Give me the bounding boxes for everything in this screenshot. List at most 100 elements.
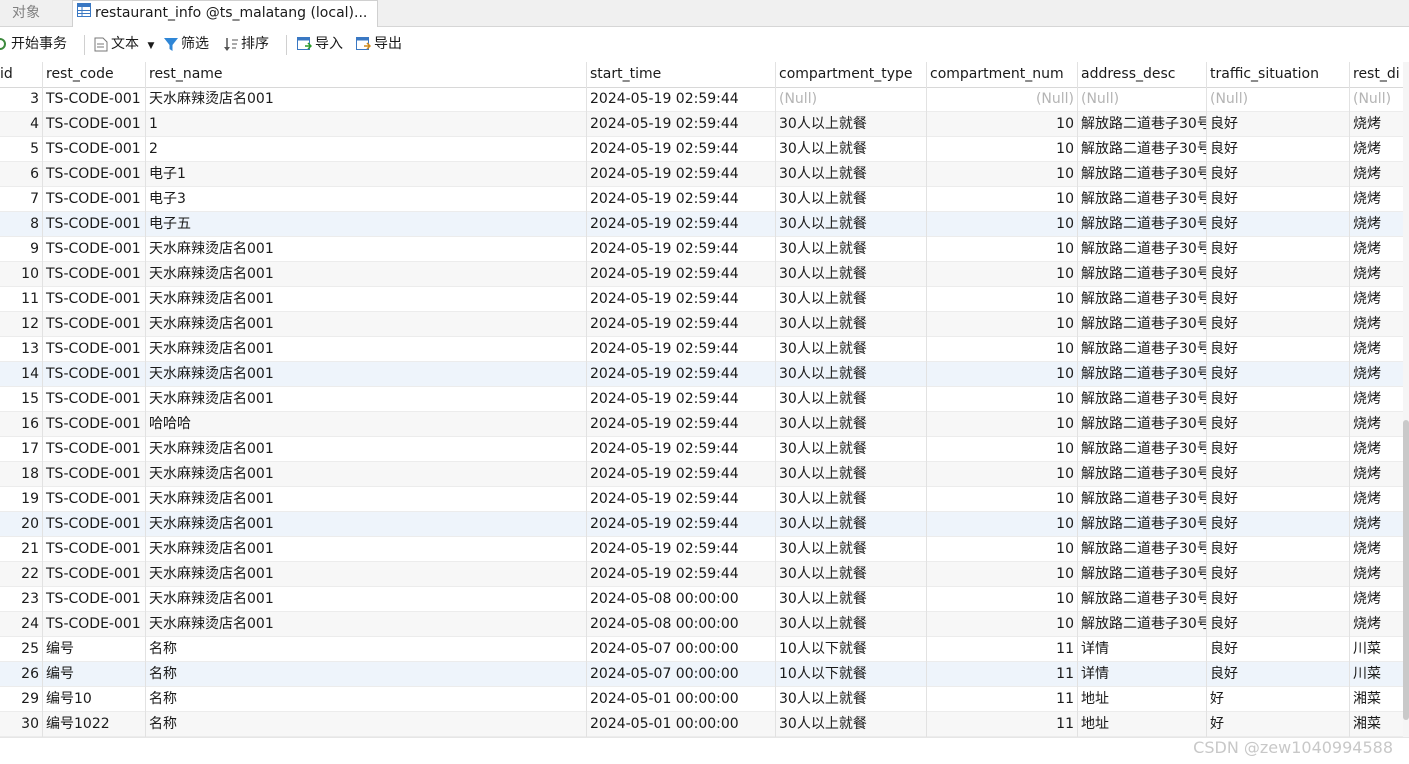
cell-rest-name[interactable]: 名称 [146,662,587,687]
cell-compartment-num[interactable]: 10 [927,312,1078,337]
cell-traffic-situation[interactable]: 良好 [1207,137,1350,162]
cell-compartment-type[interactable]: 30人以上就餐 [776,487,927,512]
import-button[interactable]: 导入 [297,27,343,61]
cell-id[interactable]: 13 [0,337,43,362]
cell-rest-name[interactable]: 天水麻辣烫店名001 [146,512,587,537]
cell-rest-di[interactable]: 川菜 [1350,637,1409,662]
cell-address-desc[interactable]: 解放路二道巷子30号 [1078,162,1207,187]
cell-rest-code[interactable]: TS-CODE-001 [43,87,146,112]
cell-rest-name[interactable]: 天水麻辣烫店名001 [146,362,587,387]
cell-rest-code[interactable]: TS-CODE-001 [43,187,146,212]
table-row[interactable]: 24 TS-CODE-001 天水麻辣烫店名001 2024-05-08 00:00:… [0,612,1409,637]
column-header-traffic-situation[interactable]: traffic_situation [1207,62,1350,87]
column-header-compartment-num[interactable]: compartment_num [927,62,1078,87]
cell-traffic-situation[interactable]: 良好 [1207,537,1350,562]
cell-start-time[interactable]: 2024-05-19 02:59:44 [587,537,776,562]
cell-rest-code[interactable]: 编号 [43,662,146,687]
cell-traffic-situation[interactable]: 良好 [1207,287,1350,312]
cell-rest-code[interactable]: TS-CODE-001 [43,562,146,587]
cell-id[interactable]: 11 [0,287,43,312]
cell-id[interactable]: 4 [0,112,43,137]
table-row[interactable]: 12 TS-CODE-001 天水麻辣烫店名001 2024-05-19 02:59:… [0,312,1409,337]
cell-rest-name[interactable]: 哈哈哈 [146,412,587,437]
cell-compartment-type[interactable]: 30人以上就餐 [776,537,927,562]
cell-address-desc[interactable]: 解放路二道巷子30号 [1078,137,1207,162]
cell-rest-code[interactable]: TS-CODE-001 [43,262,146,287]
cell-rest-code[interactable]: TS-CODE-001 [43,412,146,437]
cell-start-time[interactable]: 2024-05-07 00:00:00 [587,637,776,662]
cell-compartment-num[interactable]: 10 [927,462,1078,487]
cell-rest-di[interactable]: 烧烤 [1350,137,1409,162]
cell-rest-di[interactable]: 烧烤 [1350,187,1409,212]
cell-compartment-num[interactable]: 10 [927,162,1078,187]
cell-rest-name[interactable]: 名称 [146,637,587,662]
text-button[interactable]: 文本 ▼ [94,27,154,61]
cell-rest-name[interactable]: 天水麻辣烫店名001 [146,587,587,612]
cell-traffic-situation[interactable]: 好 [1207,687,1350,712]
cell-rest-di[interactable]: 烧烤 [1350,287,1409,312]
cell-id[interactable]: 8 [0,212,43,237]
cell-address-desc[interactable]: 解放路二道巷子30号 [1078,437,1207,462]
cell-start-time[interactable]: 2024-05-19 02:59:44 [587,412,776,437]
cell-traffic-situation[interactable]: 良好 [1207,487,1350,512]
filter-button[interactable]: 筛选 [164,27,209,61]
cell-rest-code[interactable]: TS-CODE-001 [43,387,146,412]
cell-rest-name[interactable]: 天水麻辣烫店名001 [146,537,587,562]
cell-rest-code[interactable]: TS-CODE-001 [43,462,146,487]
cell-rest-di[interactable]: 烧烤 [1350,537,1409,562]
cell-compartment-type[interactable]: 30人以上就餐 [776,237,927,262]
cell-compartment-num[interactable]: 10 [927,587,1078,612]
cell-rest-di[interactable]: 烧烤 [1350,237,1409,262]
cell-compartment-type[interactable]: (Null) [776,87,927,112]
cell-compartment-num[interactable]: 10 [927,487,1078,512]
cell-traffic-situation[interactable]: 良好 [1207,187,1350,212]
cell-compartment-type[interactable]: 30人以上就餐 [776,387,927,412]
cell-rest-di[interactable]: 烧烤 [1350,387,1409,412]
export-button[interactable]: 导出 [356,27,402,61]
table-row[interactable]: 3 TS-CODE-001 天水麻辣烫店名001 2024-05-19 02:59:4… [0,87,1409,112]
cell-start-time[interactable]: 2024-05-19 02:59:44 [587,462,776,487]
cell-compartment-num[interactable]: 10 [927,187,1078,212]
cell-compartment-type[interactable]: 30人以上就餐 [776,612,927,637]
cell-address-desc[interactable]: 解放路二道巷子30号 [1078,587,1207,612]
cell-id[interactable]: 29 [0,687,43,712]
cell-id[interactable]: 22 [0,562,43,587]
column-header-start-time[interactable]: start_time [587,62,776,87]
cell-rest-name[interactable]: 天水麻辣烫店名001 [146,312,587,337]
table-row[interactable]: 13 TS-CODE-001 天水麻辣烫店名001 2024-05-19 02:59:… [0,337,1409,362]
cell-compartment-type[interactable]: 30人以上就餐 [776,112,927,137]
cell-rest-name[interactable]: 天水麻辣烫店名001 [146,237,587,262]
cell-compartment-num[interactable]: 10 [927,412,1078,437]
cell-rest-name[interactable]: 天水麻辣烫店名001 [146,462,587,487]
cell-compartment-type[interactable]: 30人以上就餐 [776,687,927,712]
cell-compartment-type[interactable]: 30人以上就餐 [776,187,927,212]
table-row[interactable]: 20 TS-CODE-001 天水麻辣烫店名001 2024-05-19 02:59:… [0,512,1409,537]
cell-start-time[interactable]: 2024-05-19 02:59:44 [587,312,776,337]
cell-start-time[interactable]: 2024-05-08 00:00:00 [587,612,776,637]
table-row[interactable]: 17 TS-CODE-001 天水麻辣烫店名001 2024-05-19 02:59:… [0,437,1409,462]
column-header-address-desc[interactable]: address_desc [1078,62,1207,87]
column-header-rest-di[interactable]: rest_di [1350,62,1409,87]
cell-compartment-num[interactable]: 11 [927,637,1078,662]
cell-address-desc[interactable]: 解放路二道巷子30号 [1078,412,1207,437]
cell-compartment-type[interactable]: 10人以下就餐 [776,637,927,662]
cell-start-time[interactable]: 2024-05-19 02:59:44 [587,187,776,212]
cell-rest-di[interactable]: 烧烤 [1350,312,1409,337]
scrollbar-thumb[interactable] [1403,420,1409,720]
column-header-id[interactable]: id [0,62,43,87]
column-header-rest-code[interactable]: rest_code [43,62,146,87]
cell-traffic-situation[interactable]: 良好 [1207,562,1350,587]
cell-rest-name[interactable]: 天水麻辣烫店名001 [146,612,587,637]
cell-address-desc[interactable]: 解放路二道巷子30号 [1078,362,1207,387]
cell-compartment-num[interactable]: 10 [927,237,1078,262]
cell-rest-di[interactable]: 川菜 [1350,662,1409,687]
cell-rest-di[interactable]: 湘菜 [1350,712,1409,737]
cell-traffic-situation[interactable]: 良好 [1207,612,1350,637]
cell-address-desc[interactable]: 解放路二道巷子30号 [1078,487,1207,512]
cell-traffic-situation[interactable]: 良好 [1207,512,1350,537]
table-row[interactable]: 10 TS-CODE-001 天水麻辣烫店名001 2024-05-19 02:59:… [0,262,1409,287]
cell-address-desc[interactable]: 解放路二道巷子30号 [1078,462,1207,487]
cell-start-time[interactable]: 2024-05-19 02:59:44 [587,287,776,312]
cell-rest-code[interactable]: TS-CODE-001 [43,487,146,512]
cell-rest-name[interactable]: 天水麻辣烫店名001 [146,487,587,512]
